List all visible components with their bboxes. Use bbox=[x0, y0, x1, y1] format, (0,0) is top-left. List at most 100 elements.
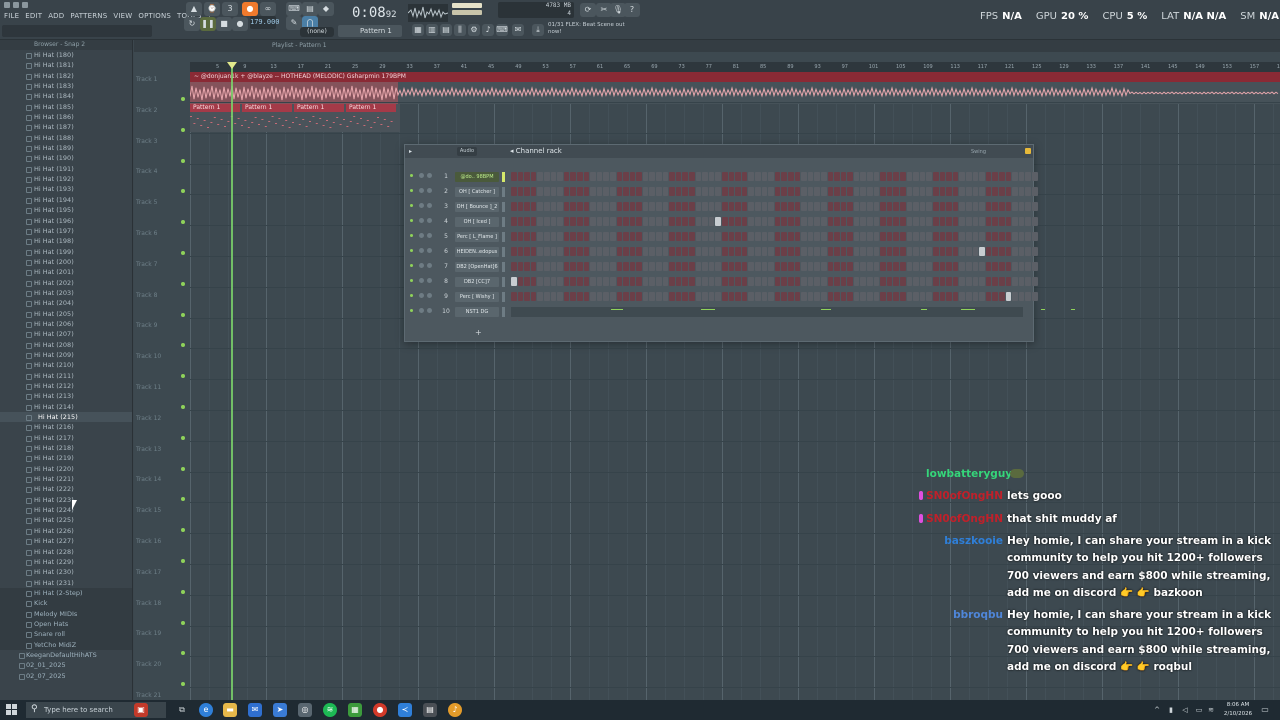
step-button[interactable] bbox=[840, 247, 847, 256]
step-button[interactable] bbox=[722, 172, 728, 181]
step-button[interactable] bbox=[913, 202, 919, 211]
track-name[interactable]: Track 19 bbox=[136, 630, 161, 637]
step-button[interactable] bbox=[550, 292, 557, 301]
step-button[interactable] bbox=[768, 247, 774, 256]
step-button[interactable] bbox=[656, 202, 662, 211]
step-button[interactable] bbox=[952, 217, 959, 226]
step-button[interactable] bbox=[537, 202, 543, 211]
browser-folder[interactable]: Hi Hat (2-Step) bbox=[0, 587, 132, 599]
menu-file[interactable]: FILE bbox=[4, 12, 19, 20]
browser-folder[interactable]: Snare roll bbox=[0, 629, 132, 640]
menu-edit[interactable]: EDIT bbox=[25, 12, 42, 20]
step-button[interactable] bbox=[695, 172, 702, 181]
step-button[interactable] bbox=[557, 217, 563, 226]
step-button[interactable] bbox=[642, 292, 649, 301]
step-button[interactable] bbox=[609, 292, 616, 301]
step-button[interactable] bbox=[860, 247, 867, 256]
step-button[interactable] bbox=[906, 217, 913, 226]
step-button[interactable] bbox=[656, 217, 662, 226]
step-button[interactable] bbox=[794, 262, 801, 271]
volume-icon[interactable]: ◁ bbox=[1178, 703, 1192, 717]
step-button[interactable] bbox=[781, 277, 787, 286]
track-name[interactable]: Track 7 bbox=[136, 261, 157, 268]
step-button[interactable] bbox=[972, 202, 979, 211]
channel-name-button[interactable]: OH [ Bounce ]_2 bbox=[455, 202, 499, 212]
step-button[interactable] bbox=[524, 247, 530, 256]
track-name[interactable]: Track 21 bbox=[136, 692, 161, 699]
pattern-clip-label[interactable]: Pattern 1 bbox=[294, 104, 344, 112]
browser-item[interactable]: Hi Hat (191) bbox=[0, 164, 132, 174]
browser-item[interactable]: Hi Hat (215) bbox=[0, 412, 132, 423]
step-button[interactable] bbox=[880, 202, 886, 211]
step-button[interactable] bbox=[511, 202, 517, 211]
track-mute-button[interactable] bbox=[181, 682, 185, 687]
step-button[interactable] bbox=[550, 247, 557, 256]
track-name[interactable]: Track 16 bbox=[136, 538, 161, 545]
song-mode-icon[interactable]: ↻ bbox=[184, 17, 200, 31]
step-button[interactable] bbox=[880, 217, 886, 226]
step-button[interactable] bbox=[972, 262, 979, 271]
channel-pan-knob[interactable] bbox=[419, 263, 424, 268]
step-button[interactable] bbox=[1005, 247, 1012, 256]
step-button[interactable] bbox=[702, 217, 708, 226]
step-button[interactable] bbox=[623, 292, 629, 301]
step-button[interactable] bbox=[847, 202, 853, 211]
rack-menu-icon[interactable]: ▸ bbox=[409, 145, 412, 158]
browser-item[interactable]: Hi Hat (202) bbox=[0, 278, 132, 288]
step-button[interactable] bbox=[537, 247, 543, 256]
step-button[interactable] bbox=[893, 172, 900, 181]
step-button[interactable] bbox=[827, 262, 834, 271]
step-button[interactable] bbox=[827, 217, 834, 226]
step-button[interactable] bbox=[616, 202, 623, 211]
step-button[interactable] bbox=[609, 202, 616, 211]
step-button[interactable] bbox=[853, 172, 860, 181]
track-mute-button[interactable] bbox=[181, 528, 185, 533]
step-button[interactable] bbox=[557, 292, 563, 301]
channel-select-indicator[interactable] bbox=[502, 232, 505, 242]
step-button[interactable] bbox=[965, 217, 972, 226]
step-button[interactable] bbox=[583, 202, 590, 211]
step-button[interactable] bbox=[715, 247, 721, 256]
menu-options[interactable]: OPTIONS bbox=[138, 12, 171, 20]
step-button[interactable] bbox=[695, 232, 702, 241]
step-button[interactable] bbox=[557, 187, 563, 196]
step-button[interactable] bbox=[642, 232, 649, 241]
step-button[interactable] bbox=[965, 202, 972, 211]
step-button[interactable] bbox=[781, 172, 787, 181]
browser-item[interactable]: Hi Hat (221) bbox=[0, 474, 132, 484]
track-name[interactable]: Track 8 bbox=[136, 292, 157, 299]
step-button[interactable] bbox=[702, 187, 708, 196]
step-button[interactable] bbox=[840, 202, 847, 211]
step-button[interactable] bbox=[926, 217, 932, 226]
step-button[interactable] bbox=[722, 187, 728, 196]
step-button[interactable] bbox=[570, 217, 576, 226]
step-button[interactable] bbox=[669, 187, 675, 196]
step-button[interactable] bbox=[768, 232, 774, 241]
step-button[interactable] bbox=[787, 217, 794, 226]
step-button[interactable] bbox=[827, 277, 834, 286]
browser-item[interactable]: Hi Hat (193) bbox=[0, 184, 132, 194]
browser-item[interactable]: Hi Hat (209) bbox=[0, 350, 132, 360]
step-button[interactable] bbox=[675, 187, 682, 196]
step-button[interactable] bbox=[939, 232, 946, 241]
track-mute-button[interactable] bbox=[181, 97, 185, 101]
step-button[interactable] bbox=[603, 202, 609, 211]
step-button[interactable] bbox=[517, 292, 524, 301]
step-button[interactable] bbox=[807, 262, 814, 271]
step-button[interactable] bbox=[537, 232, 543, 241]
step-button[interactable] bbox=[1018, 202, 1025, 211]
step-button[interactable] bbox=[689, 232, 695, 241]
step-button[interactable] bbox=[629, 202, 636, 211]
step-button[interactable] bbox=[814, 262, 820, 271]
step-button[interactable] bbox=[596, 232, 603, 241]
step-button[interactable] bbox=[689, 172, 695, 181]
step-button[interactable] bbox=[656, 277, 662, 286]
step-button[interactable] bbox=[596, 217, 603, 226]
step-button[interactable] bbox=[906, 262, 913, 271]
step-button[interactable] bbox=[886, 172, 893, 181]
step-button[interactable] bbox=[754, 232, 761, 241]
browser-folder[interactable]: Open Hats bbox=[0, 618, 132, 630]
track-name[interactable]: Track 14 bbox=[136, 476, 161, 483]
browser-item[interactable]: Hi Hat (217) bbox=[0, 433, 132, 443]
step-button[interactable] bbox=[642, 172, 649, 181]
